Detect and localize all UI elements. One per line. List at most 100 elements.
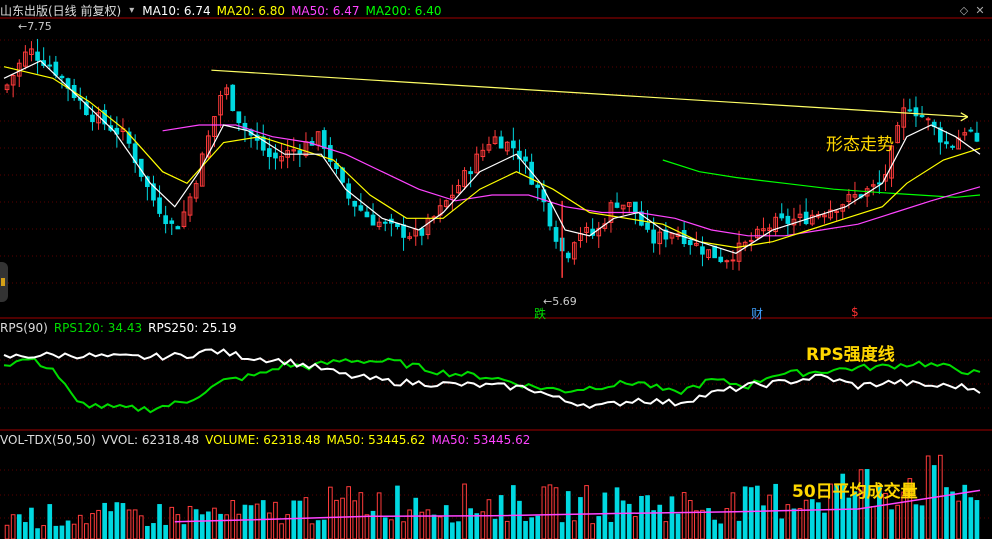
volume-bar [297,500,303,539]
volume-bar [315,520,321,539]
ma10-label: MA10: 6.74 [142,4,211,18]
volume-bar [16,514,22,539]
volume-bar [334,499,339,539]
chart-canvas [0,17,992,539]
volume-bar [77,514,83,539]
chevron-down-icon[interactable]: ▾ [129,2,134,20]
candle-body [169,220,175,224]
volume-bar [114,502,120,539]
vol-ma50-label: MA50: 53445.62 [326,433,426,447]
volume-bar [96,509,101,539]
volume-bar [413,497,419,539]
volume-bar [675,513,681,539]
volume-bar [950,491,955,539]
volume-bar [803,499,809,539]
volume-bar [273,501,278,539]
volume-bar [791,508,797,539]
candle-body [260,136,266,151]
candle-body [364,211,370,218]
volume-bar [529,517,534,539]
volume-bar [846,497,852,539]
rps-title[interactable]: RPS(90) [0,319,48,337]
volume-bar [157,504,162,539]
volume-bar [565,491,571,539]
volume-bar [657,504,663,539]
volume-bar [504,520,510,539]
volume-bar [578,497,583,539]
volume-bar [974,500,980,539]
rps120-line [3,357,981,414]
volume-bar [968,497,974,539]
diamond-icon[interactable]: ◇ [958,5,970,17]
close-icon[interactable]: ✕ [974,5,986,17]
volume-bar [913,504,919,539]
volume-label: VOLUME: 62318.48 [205,433,321,447]
ma200-label: MA200: 6.40 [365,4,442,18]
volume-bar [41,525,46,539]
volume-bar [639,495,644,539]
volume-bar [23,522,28,539]
volume-bar [535,515,541,539]
candle-body [547,202,553,227]
candle-body [90,114,95,123]
volume-bar [10,514,16,539]
volume-bar [212,507,217,539]
volume-bar [145,525,150,539]
volume-bar [462,483,467,539]
volume-bar [633,516,638,539]
panel-toggle-handle[interactable] [0,262,8,302]
volume-bar [468,508,473,539]
moving-average-lines [3,60,981,254]
volume-bar [687,500,693,539]
volume-bar [809,499,815,539]
candle-body [230,84,236,112]
event-marker-finance[interactable]: 财 [751,305,763,322]
volume-bar [730,492,736,539]
candle-body [565,252,571,259]
volume-bar [773,483,778,539]
volume-bar [590,523,595,539]
candle-body [382,221,388,224]
volume-bar [736,520,742,539]
volume-bar [242,504,248,539]
volume-bar [407,509,412,539]
candle-body [401,224,406,238]
volume-bar [474,513,480,539]
volume-bar [797,507,803,539]
volume-bar [132,509,138,539]
volume-bar [956,500,961,539]
candle-body [730,259,736,262]
candle-body [511,140,516,149]
candle-body [944,141,949,145]
volume-bar [486,499,492,539]
candle-body [358,205,364,211]
high-price-value: 7.75 [27,20,52,33]
volume-annotation-text: 日平均成交量 [815,482,918,502]
volume-annotation-number: 50 [792,482,816,502]
candle-body [785,215,791,224]
candle-body [614,202,620,208]
event-marker-dollar[interactable]: $ [851,305,859,319]
low-price-value: 5.69 [552,295,577,308]
candle-body [919,114,925,118]
volume-title[interactable]: VOL-TDX(50,50) [0,431,96,449]
volume-bar [389,519,394,539]
candle-body [157,197,162,214]
event-marker-drop[interactable]: 跌 [534,305,546,322]
volume-bar [29,507,34,539]
volume-bar [718,523,724,539]
candle-body [535,184,541,188]
volume-bar [889,509,894,539]
ma20-label: MA20: 6.80 [216,4,286,18]
volume-panel-header: VOL-TDX(50,50) VVOL: 62318.48 VOLUME: 62… [0,431,530,449]
stock-title[interactable]: 山东出版(日线 前复权) [0,2,121,20]
candle-body [236,111,242,124]
volume-bar [224,514,229,539]
volume-bar [321,519,327,539]
volume-bar [431,514,437,539]
volume-bar [931,465,937,539]
volume-bar [206,511,211,539]
candle-body [950,145,955,148]
candle-body [498,136,504,149]
volume-bar [870,506,876,539]
